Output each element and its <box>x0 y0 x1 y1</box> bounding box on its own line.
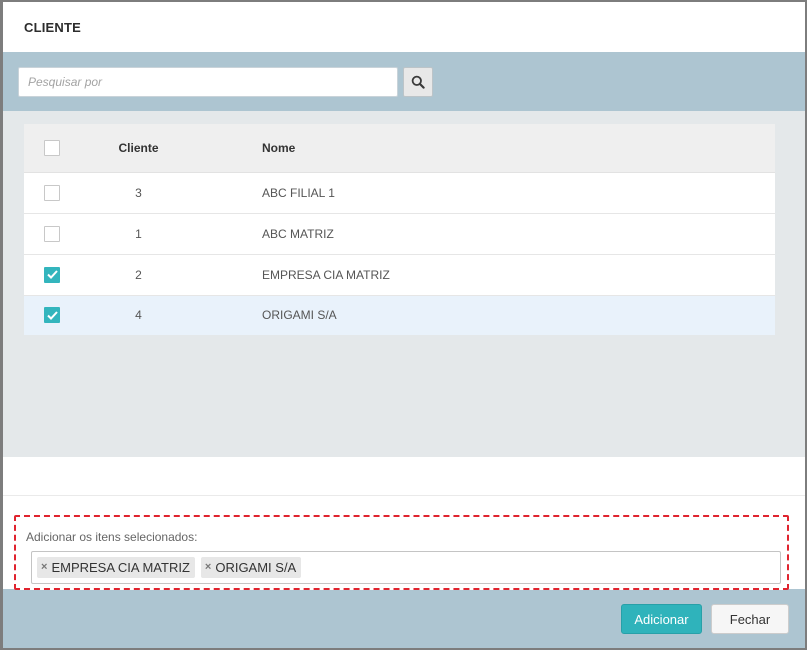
divider-strip <box>3 457 805 496</box>
client-table: Cliente Nome 3 ABC FILIAL 1 1 ABC MATRIZ… <box>24 124 775 335</box>
search-bar <box>3 52 805 111</box>
client-name-cell: ABC FILIAL 1 <box>196 172 775 214</box>
client-name-cell: ORIGAMI S/A <box>196 295 775 335</box>
client-name-cell: ABC MATRIZ <box>196 213 775 255</box>
client-id-cell: 2 <box>81 254 196 296</box>
client-id-cell: 4 <box>81 295 196 335</box>
client-modal: CLIENTE Cliente Nome <box>3 2 805 648</box>
row-checkbox[interactable] <box>44 266 60 283</box>
close-icon[interactable]: × <box>205 562 211 573</box>
close-icon[interactable]: × <box>41 562 47 573</box>
column-header-name[interactable]: Nome <box>196 124 775 173</box>
row-checkbox[interactable] <box>44 184 60 201</box>
select-all-cell <box>24 124 81 173</box>
add-button[interactable]: Adicionar <box>621 604 702 634</box>
selected-tag-label: ORIGAMI S/A <box>215 560 297 575</box>
modal-header: CLIENTE <box>3 2 805 52</box>
check-icon <box>46 270 58 279</box>
row-checkbox[interactable] <box>44 225 60 242</box>
row-check-cell <box>24 172 81 214</box>
column-header-client[interactable]: Cliente <box>81 124 196 173</box>
selected-tag-label: EMPRESA CIA MATRIZ <box>51 560 190 575</box>
search-input[interactable] <box>18 67 398 97</box>
close-button[interactable]: Fechar <box>711 604 789 634</box>
modal-footer: Adicionar Fechar <box>3 589 805 648</box>
selected-items-label: Adicionar os itens selecionados: <box>26 530 198 544</box>
client-id-cell: 1 <box>81 213 196 255</box>
selected-tags-field[interactable]: × EMPRESA CIA MATRIZ × ORIGAMI S/A <box>31 551 781 584</box>
row-check-cell <box>24 254 81 296</box>
selected-tag: × EMPRESA CIA MATRIZ <box>37 557 195 578</box>
table-row[interactable]: 1 ABC MATRIZ <box>24 213 775 255</box>
row-checkbox[interactable] <box>44 307 60 324</box>
selected-items-panel: Adicionar os itens selecionados: × EMPRE… <box>14 515 789 590</box>
row-check-cell <box>24 295 81 335</box>
table-row[interactable]: 3 ABC FILIAL 1 <box>24 172 775 214</box>
results-area: Cliente Nome 3 ABC FILIAL 1 1 ABC MATRIZ… <box>3 111 805 457</box>
search-icon <box>411 75 425 89</box>
check-icon <box>46 311 58 320</box>
selected-items-inner: Adicionar os itens selecionados: × EMPRE… <box>16 517 787 588</box>
table-header-row: Cliente Nome <box>24 124 775 173</box>
row-check-cell <box>24 213 81 255</box>
search-button[interactable] <box>403 67 433 97</box>
table-row[interactable]: 4 ORIGAMI S/A <box>24 295 775 335</box>
selected-tag: × ORIGAMI S/A <box>200 557 302 578</box>
table-row[interactable]: 2 EMPRESA CIA MATRIZ <box>24 254 775 296</box>
client-name-cell: EMPRESA CIA MATRIZ <box>196 254 775 296</box>
client-id-cell: 3 <box>81 172 196 214</box>
select-all-checkbox[interactable] <box>44 139 60 156</box>
modal-title: CLIENTE <box>24 19 82 35</box>
